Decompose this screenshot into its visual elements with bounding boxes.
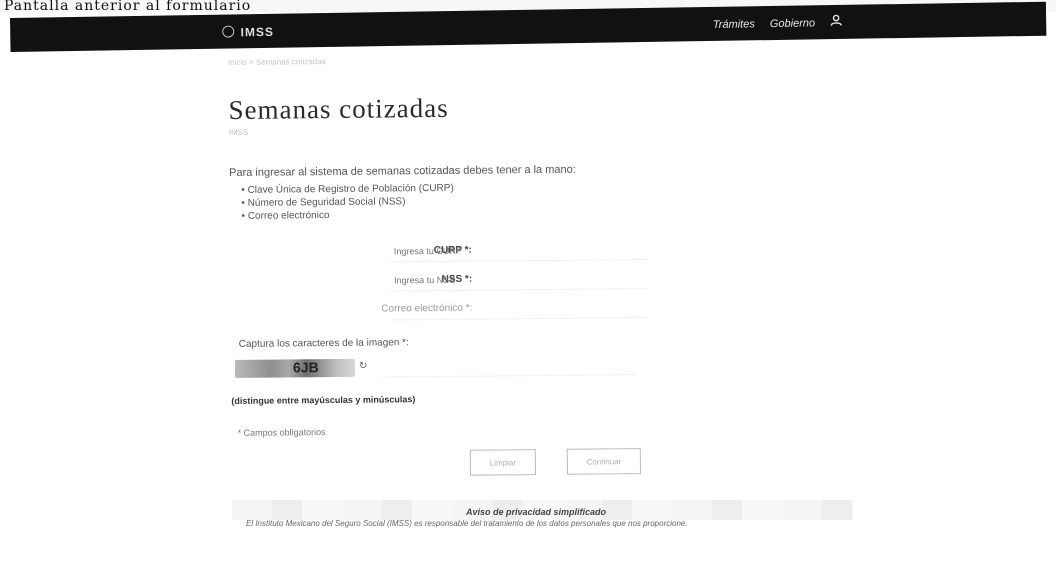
captcha-input[interactable] bbox=[380, 356, 636, 378]
breadcrumb[interactable]: Inicio > Semanas cotizadas bbox=[228, 52, 868, 67]
clear-button[interactable]: Limpiar bbox=[469, 449, 537, 476]
nss-input[interactable] bbox=[390, 267, 649, 292]
nav-link-gobierno[interactable]: Gobierno bbox=[770, 17, 815, 30]
brand-logo[interactable]: IMSS bbox=[222, 25, 274, 40]
nav-link-tramites[interactable]: Trámites bbox=[713, 18, 755, 31]
user-icon-svg bbox=[830, 14, 842, 26]
brand-name: IMSS bbox=[240, 24, 275, 40]
requirements-list: Clave Única de Registro de Población (CU… bbox=[241, 178, 869, 223]
required-note: * Campos obligatorios bbox=[237, 427, 326, 438]
curp-row: CURP *: bbox=[230, 235, 870, 267]
email-row: Correo electrónico *: bbox=[230, 293, 870, 325]
page-title: Semanas cotizadas bbox=[228, 92, 449, 125]
continue-button[interactable]: Continuar bbox=[566, 448, 642, 475]
top-strip-text: Pantalla anterior al formulario bbox=[4, 0, 252, 14]
captcha-row: 6JB ↻ bbox=[231, 354, 871, 386]
privacy-text: El Instituto Mexicano del Seguro Social … bbox=[246, 519, 688, 528]
captcha-text: 6JB bbox=[292, 359, 319, 376]
privacy-title[interactable]: Aviso de privacidad simplificado bbox=[466, 507, 606, 517]
captcha-image: 6JB bbox=[234, 358, 356, 378]
user-icon[interactable] bbox=[830, 14, 842, 29]
case-note: (distingue entre mayúsculas y minúsculas… bbox=[231, 394, 416, 406]
logo-icon bbox=[222, 25, 235, 38]
captcha-label: Captura los caracteres de la imagen *: bbox=[238, 337, 409, 350]
intro-text: Para ingresar al sistema de semanas coti… bbox=[229, 163, 576, 179]
curp-input[interactable] bbox=[389, 238, 648, 263]
privacy-notice: Aviso de privacidad simplificado El Inst… bbox=[0, 500, 1056, 560]
main-content: Inicio > Semanas cotizadas Semanas cotiz… bbox=[228, 52, 872, 486]
form-buttons: Limpiar Continuar bbox=[232, 446, 872, 486]
email-input[interactable] bbox=[390, 296, 649, 321]
nav-links: Trámites Gobierno bbox=[701, 14, 843, 31]
nss-row: NSS *: bbox=[230, 264, 870, 296]
refresh-icon[interactable]: ↻ bbox=[359, 361, 367, 372]
